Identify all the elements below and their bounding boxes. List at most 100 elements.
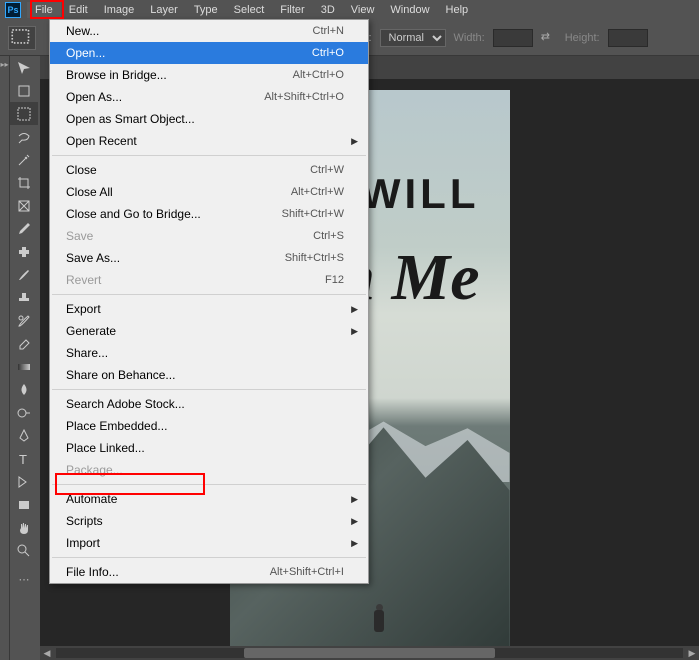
scroll-track[interactable] — [56, 648, 683, 658]
menu-item-label: Save — [66, 229, 93, 243]
menu-item-browse-in-bridge[interactable]: Browse in Bridge... Alt+Ctrl+O — [50, 64, 368, 86]
menu-item-open-as[interactable]: Open As... Alt+Shift+Ctrl+O — [50, 86, 368, 108]
menu-item-label: Browse in Bridge... — [66, 68, 167, 82]
menu-view[interactable]: View — [343, 2, 383, 18]
menu-window[interactable]: Window — [382, 2, 437, 18]
scroll-left-arrow[interactable]: ◀ — [40, 646, 54, 660]
menu-item-label: Package... — [66, 463, 123, 477]
menu-layer[interactable]: Layer — [142, 2, 186, 18]
menu-item-label: Automate — [66, 492, 117, 506]
crop-tool[interactable] — [10, 171, 38, 194]
menu-shortcut: Ctrl+W — [310, 164, 344, 176]
menu-item-share-on-behance[interactable]: Share on Behance... — [50, 364, 368, 386]
tool-preset-icon[interactable] — [8, 26, 36, 50]
menu-filter[interactable]: Filter — [272, 2, 312, 18]
swap-icon[interactable]: ⇄ — [541, 30, 557, 46]
menu-item-close[interactable]: Close Ctrl+W — [50, 159, 368, 181]
eyedropper-tool[interactable] — [10, 217, 38, 240]
submenu-arrow-icon: ▶ — [351, 326, 358, 337]
menu-item-close-all[interactable]: Close All Alt+Ctrl+W — [50, 181, 368, 203]
menu-item-scripts[interactable]: Scripts▶ — [50, 510, 368, 532]
menu-item-close-and-go-to-bridge[interactable]: Close and Go to Bridge...Shift+Ctrl+W — [50, 203, 368, 225]
horizontal-scrollbar[interactable]: ◀ ▶ — [40, 646, 699, 660]
width-label: Width: — [454, 32, 485, 44]
menu-file[interactable]: File — [27, 2, 61, 18]
menu-item-open-as-smart-object[interactable]: Open as Smart Object... — [50, 108, 368, 130]
app-icon: Ps — [5, 2, 21, 18]
menu-item-save: SaveCtrl+S — [50, 225, 368, 247]
menu-item-search-adobe-stock[interactable]: Search Adobe Stock... — [50, 393, 368, 415]
menu-item-place-linked[interactable]: Place Linked... — [50, 437, 368, 459]
menu-item-label: Open... — [66, 46, 105, 60]
menu-item-label: Scripts — [66, 514, 103, 528]
hand-tool[interactable] — [10, 516, 38, 539]
menu-3d[interactable]: 3D — [313, 2, 343, 18]
menu-shortcut: Ctrl+O — [312, 47, 344, 59]
menu-item-place-embedded[interactable]: Place Embedded... — [50, 415, 368, 437]
width-field[interactable] — [493, 29, 533, 47]
history-brush-tool[interactable] — [10, 309, 38, 332]
menu-shortcut: Shift+Ctrl+W — [282, 208, 344, 220]
menu-shortcut: Ctrl+N — [313, 25, 344, 37]
menu-help[interactable]: Help — [438, 2, 477, 18]
lasso-tool[interactable] — [10, 125, 38, 148]
menu-item-open-recent[interactable]: Open Recent▶ — [50, 130, 368, 152]
menu-item-new[interactable]: New...Ctrl+N — [50, 20, 368, 42]
style-select[interactable]: Normal — [380, 29, 446, 47]
wand-tool[interactable] — [10, 148, 38, 171]
scroll-thumb[interactable] — [244, 648, 495, 658]
menu-item-file-info[interactable]: File Info...Alt+Shift+Ctrl+I — [50, 561, 368, 583]
svg-text:T: T — [19, 452, 27, 467]
brush-tool[interactable] — [10, 263, 38, 286]
menu-item-label: Open As... — [66, 90, 122, 104]
marquee-tool[interactable] — [10, 102, 38, 125]
panel-collapse-strip[interactable]: ▸▸ — [0, 56, 10, 660]
menu-item-label: Share on Behance... — [66, 368, 175, 382]
menu-item-save-as[interactable]: Save As...Shift+Ctrl+S — [50, 247, 368, 269]
menu-shortcut: Alt+Shift+Ctrl+I — [270, 566, 344, 578]
menu-edit[interactable]: Edit — [61, 2, 96, 18]
menu-item-import[interactable]: Import ▶ — [50, 532, 368, 554]
height-field[interactable] — [608, 29, 648, 47]
blur-tool[interactable] — [10, 378, 38, 401]
menu-item-label: Import — [66, 536, 100, 550]
menu-item-revert: RevertF12 — [50, 269, 368, 291]
menu-type[interactable]: Type — [186, 2, 226, 18]
dodge-tool[interactable] — [10, 401, 38, 424]
gradient-tool[interactable] — [10, 355, 38, 378]
more-tools[interactable]: ⋯ — [10, 568, 38, 591]
pen-tool[interactable] — [10, 424, 38, 447]
type-tool[interactable]: T — [10, 447, 38, 470]
menu-separator — [52, 389, 366, 390]
move-tool[interactable] — [10, 56, 38, 79]
submenu-arrow-icon: ▶ — [351, 494, 358, 505]
submenu-arrow-icon: ▶ — [351, 136, 358, 147]
heal-tool[interactable] — [10, 240, 38, 263]
zoom-tool[interactable] — [10, 539, 38, 562]
menu-item-package: Package... — [50, 459, 368, 481]
menu-image[interactable]: Image — [96, 2, 143, 18]
menu-item-label: Close — [66, 163, 97, 177]
shape-tool[interactable] — [10, 493, 38, 516]
menu-item-generate[interactable]: Generate ▶ — [50, 320, 368, 342]
file-menu-dropdown: New...Ctrl+N Open... Ctrl+O Browse in Bridg… — [49, 19, 369, 584]
scroll-right-arrow[interactable]: ▶ — [685, 646, 699, 660]
menu-item-label: Generate — [66, 324, 116, 338]
path-tool[interactable] — [10, 470, 38, 493]
menu-shortcut: Alt+Ctrl+O — [293, 69, 344, 81]
menu-item-open[interactable]: Open... Ctrl+O — [50, 42, 368, 64]
menu-item-export[interactable]: Export▶ — [50, 298, 368, 320]
menu-shortcut: Alt+Shift+Ctrl+O — [264, 91, 344, 103]
stamp-tool[interactable] — [10, 286, 38, 309]
menu-item-label: Search Adobe Stock... — [66, 397, 185, 411]
submenu-arrow-icon: ▶ — [351, 538, 358, 549]
submenu-arrow-icon: ▶ — [351, 304, 358, 315]
eraser-tool[interactable] — [10, 332, 38, 355]
menu-item-share[interactable]: Share... — [50, 342, 368, 364]
menu-select[interactable]: Select — [226, 2, 273, 18]
artboard-tool[interactable] — [10, 79, 38, 102]
frame-tool[interactable] — [10, 194, 38, 217]
menu-shortcut: Alt+Ctrl+W — [291, 186, 344, 198]
menu-item-label: Close All — [66, 185, 113, 199]
menu-item-automate[interactable]: Automate ▶ — [50, 488, 368, 510]
